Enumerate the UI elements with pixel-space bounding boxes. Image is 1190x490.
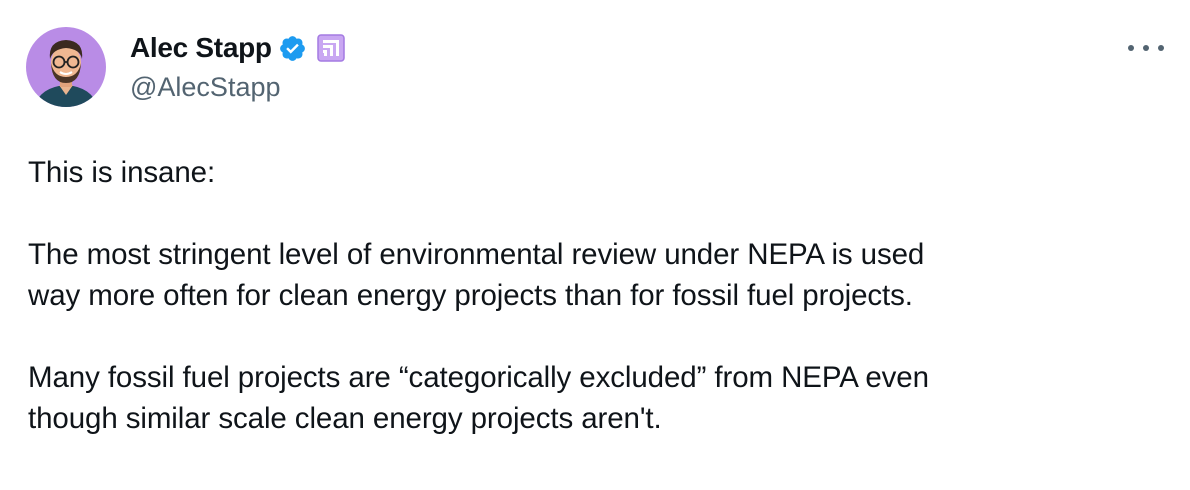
verified-badge-icon[interactable] <box>278 34 307 63</box>
more-dot <box>1128 45 1134 51</box>
more-dot <box>1158 45 1164 51</box>
author-display-name[interactable]: Alec Stapp <box>130 32 272 64</box>
tweet-line: way more often for clean energy projects… <box>28 279 913 312</box>
tweet-line: though similar scale clean energy projec… <box>28 402 662 435</box>
avatar[interactable] <box>26 27 106 107</box>
more-dot <box>1143 45 1149 51</box>
tweet-line: Many fossil fuel projects are “categoric… <box>28 361 929 394</box>
tweet-line: The most stringent level of environmenta… <box>28 238 925 271</box>
tweet-card: Alec Stapp @AlecStapp This is insane: Th… <box>0 0 1190 490</box>
tweet-paragraph: This is insane: <box>28 156 216 189</box>
more-options-icon[interactable] <box>1128 38 1164 58</box>
author-handle[interactable]: @AlecStapp <box>130 72 281 103</box>
tweet-text: This is insane: The most stringent level… <box>28 152 1148 439</box>
avatar-illustration <box>26 27 106 107</box>
affiliate-badge-icon[interactable] <box>316 34 345 62</box>
author-name-row: Alec Stapp <box>130 30 345 66</box>
